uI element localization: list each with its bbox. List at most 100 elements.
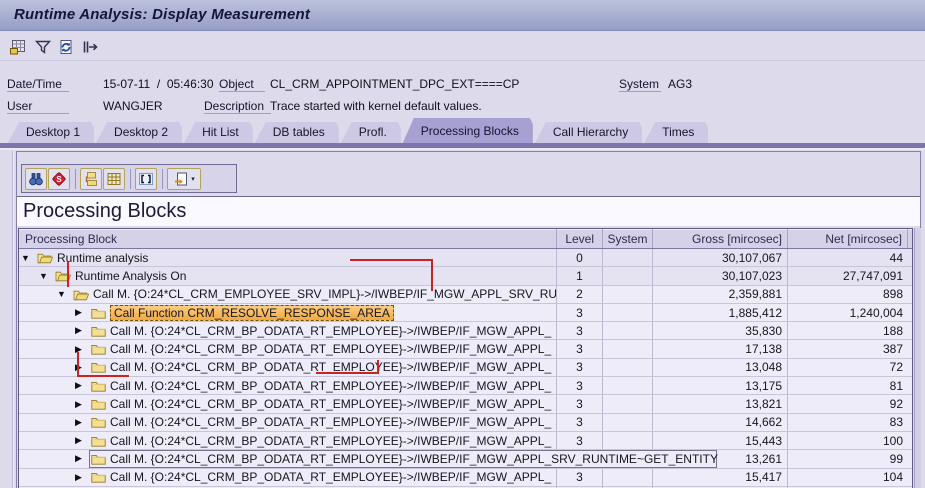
refresh-button[interactable]: [55, 36, 76, 57]
system-cell: [603, 358, 653, 377]
processing-block-cell: ▶ Call M. {O:24*CL_CRM_BP_ODATA_RT_EMPLOY…: [19, 413, 557, 431]
folder-closed-icon: [91, 307, 106, 319]
gross-cell: 35,830: [653, 322, 788, 340]
level-cell: 3: [557, 431, 603, 450]
expander-down-icon[interactable]: ▼: [57, 289, 73, 299]
level-cell: 3: [557, 377, 603, 395]
tab-times[interactable]: Times: [644, 122, 708, 143]
vertical-scrollbar[interactable]: [914, 228, 921, 488]
table-view-button[interactable]: [103, 168, 125, 190]
table-row[interactable]: ▶Call M. {O:24*CL_CRM_BP_ODATA_RT_EMPLOY…: [19, 395, 912, 414]
expander-right-icon[interactable]: ▶: [75, 435, 91, 446]
tab-profl[interactable]: Profl.: [341, 122, 401, 143]
select-block-icon: [138, 171, 154, 187]
gross-cell: 13,175: [653, 377, 788, 395]
level-cell: 0: [557, 249, 603, 267]
gross-cell: 2,359,881: [653, 285, 788, 303]
red-annotation-mark: [431, 259, 433, 291]
level-cell: 1: [557, 267, 603, 285]
find-next-button[interactable]: S: [48, 168, 70, 190]
measurement-overview-icon: [9, 38, 27, 56]
system-cell: [603, 322, 653, 340]
selected-cell-highlight: Call Function CRM_RESOLVE_RESPONSE_AREA: [110, 304, 394, 321]
measurement-overview-button[interactable]: [7, 36, 28, 57]
expand-subtree-button[interactable]: [80, 168, 102, 190]
table-row[interactable]: ▼ Runtime analysis 0 30,107,067 44: [19, 249, 912, 268]
processing-block-text: Call M. {O:24*CL_CRM_BP_ODATA_RT_EMPLOYE…: [110, 323, 552, 338]
processing-block-text: Call M. {O:24*CL_CRM_EMPLOYEE_SRV_IMPL}-…: [93, 287, 557, 302]
tab-desktop-1[interactable]: Desktop 1: [8, 122, 94, 143]
find-icon: [28, 171, 44, 187]
tab-call-hierarchy[interactable]: Call Hierarchy: [535, 122, 642, 143]
table-row[interactable]: ▶ Call M. {O:24*CL_CRM_BP_ODATA_RT_EMPLOY…: [19, 413, 912, 432]
processing-block-text: Call M. {O:24*CL_CRM_BP_ODATA_RT_EMPLOYE…: [110, 342, 552, 357]
red-annotation-mark: [77, 375, 129, 377]
expander-right-icon[interactable]: ▶: [75, 325, 91, 336]
section-heading: Processing Blocks: [23, 200, 187, 222]
table-row[interactable]: ▶Call M. {O:24*CL_CRM_BP_ODATA_RT_EMPLOY…: [19, 377, 912, 396]
section-heading-strip: Processing Blocks: [17, 196, 920, 226]
processing-block-cell: ▶Call M. {O:24*CL_CRM_BP_ODATA_RT_EMPLOY…: [19, 395, 557, 413]
net-cell: 44: [889, 250, 903, 265]
table-row[interactable]: ▶Call M. {O:24*CL_CRM_BP_ODATA_RT_EMPLOY…: [19, 358, 912, 378]
expander-right-icon[interactable]: ▶: [75, 380, 91, 391]
find-button[interactable]: [25, 168, 47, 190]
processing-block-cell: ▶Call M. {O:24*CL_CRM_BP_ODATA_RT_EMPLOY…: [19, 450, 718, 468]
folder-closed-icon: [91, 343, 106, 355]
column-header-net-mircosec[interactable]: Net [mircosec]: [788, 229, 908, 248]
folder-open-icon: [73, 288, 89, 301]
column-header-system[interactable]: System: [603, 229, 653, 248]
level-cell: 3: [557, 303, 603, 322]
column-header-level[interactable]: Level: [557, 229, 603, 248]
filter-button[interactable]: [32, 36, 53, 57]
expander-down-icon[interactable]: ▼: [39, 271, 55, 281]
panel-groove-highlight: [13, 151, 14, 488]
processing-blocks-table: Processing Block Level System Gross [mircos…: [18, 228, 913, 488]
processing-block-text: Call M. {O:24*CL_CRM_BP_ODATA_RT_EMPLOYE…: [110, 433, 552, 448]
table-row[interactable]: ▶Call M. {O:24*CL_CRM_BP_ODATA_RT_EMPLOY…: [19, 340, 912, 359]
processing-block-cell: ▶Call M. {O:24*CL_CRM_BP_ODATA_RT_EMPLOY…: [19, 377, 557, 395]
net-cell: 92: [889, 397, 903, 412]
tab-desktop-2[interactable]: Desktop 2: [96, 122, 182, 143]
table-row[interactable]: ▶ Call M. {O:24*CL_CRM_BP_ODATA_RT_EMPLOY…: [19, 322, 912, 341]
tab-db-tables[interactable]: DB tables: [255, 122, 339, 143]
expander-down-icon[interactable]: ▼: [21, 253, 37, 263]
tab-hit-list[interactable]: Hit List: [184, 122, 253, 143]
processing-block-cell: ▶ Call M. {O:24*CL_CRM_BP_ODATA_RT_EMPLOY…: [19, 322, 557, 340]
expander-right-icon[interactable]: ▶: [75, 472, 91, 483]
export-button[interactable]: ▾: [167, 168, 201, 190]
gross-cell: 15,417: [653, 468, 788, 486]
description-label: Description: [204, 99, 271, 114]
table-row[interactable]: ▶Call M. {O:24*CL_CRM_BP_ODATA_RT_EMPLOY…: [19, 450, 912, 469]
column-header-gross-mircosec[interactable]: Gross [mircosec]: [653, 229, 788, 248]
folder-closed-icon: [91, 361, 106, 374]
red-annotation-mark: [377, 360, 379, 373]
system-value: AG3: [668, 77, 693, 91]
net-cell: 81: [889, 378, 903, 393]
table-row[interactable]: ▶ Call Function CRM_RESOLVE_RESPONSE_AREA…: [19, 303, 912, 323]
net-cell: 83: [889, 415, 903, 430]
tab-processing-blocks[interactable]: Processing Blocks: [403, 118, 533, 143]
tab-strip: Desktop 1 Desktop 2 Hit List DB tables Profl…: [8, 118, 710, 143]
processing-block-cell: ▼ Runtime Analysis On: [19, 267, 557, 285]
table-row[interactable]: ▼ Runtime Analysis On 1 30,107,023 27,747,09…: [19, 267, 912, 286]
level-cell: 3: [557, 340, 603, 358]
system-cell: [603, 340, 653, 358]
select-block-button[interactable]: [135, 168, 157, 190]
expander-right-icon[interactable]: ▶: [75, 417, 91, 428]
expander-right-icon[interactable]: ▶: [75, 307, 91, 318]
system-cell: [603, 303, 653, 322]
level-cell: 3: [557, 322, 603, 340]
table-row[interactable]: ▶Call M. {O:24*CL_CRM_BP_ODATA_RT_EMPLOY…: [19, 468, 912, 487]
exit-button[interactable]: [79, 36, 100, 57]
table-row[interactable]: ▶ Call M. {O:24*CL_CRM_BP_ODATA_RT_EMPLOY…: [19, 431, 912, 451]
table-body: ▼ Runtime analysis 0 30,107,067 44 ▼ Runtime A…: [19, 249, 912, 488]
processing-block-text: Call M. {O:24*CL_CRM_BP_ODATA_RT_EMPLOYE…: [110, 415, 552, 430]
table-row[interactable]: ▼ Call M. {O:24*CL_CRM_EMPLOYEE_SRV_IMPL}…: [19, 285, 912, 304]
column-header-processing-block[interactable]: Processing Block: [19, 229, 557, 248]
sap-window: Runtime Analysis: Display Measurement Da…: [0, 0, 925, 488]
red-annotation-mark: [67, 262, 69, 287]
red-annotation-mark: [316, 372, 379, 374]
processing-blocks-toolbar: S ▾: [21, 164, 237, 193]
expander-right-icon[interactable]: ▶: [75, 399, 91, 410]
